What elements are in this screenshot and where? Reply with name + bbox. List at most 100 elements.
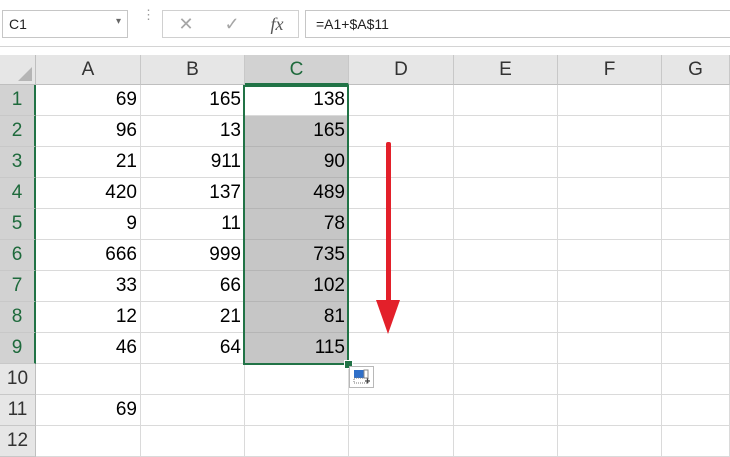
cell-g3[interactable] — [662, 147, 730, 178]
cell-f9[interactable] — [558, 333, 662, 364]
row-header-6[interactable]: 6 — [0, 240, 36, 271]
cell-e7[interactable] — [454, 271, 558, 302]
cell-g4[interactable] — [662, 178, 730, 209]
cell-b1[interactable]: 165 — [141, 85, 245, 116]
cell-d5[interactable] — [349, 209, 454, 240]
cell-a4[interactable]: 420 — [36, 178, 141, 209]
cell-f11[interactable] — [558, 395, 662, 426]
cell-c4[interactable]: 489 — [245, 178, 349, 209]
cell-g10[interactable] — [662, 364, 730, 395]
row-header-3[interactable]: 3 — [0, 147, 36, 178]
row-header-11[interactable]: 11 — [0, 395, 36, 426]
cell-c2[interactable]: 165 — [245, 116, 349, 147]
cancel-icon[interactable]: ✕ — [171, 14, 201, 34]
cell-e12[interactable] — [454, 426, 558, 457]
row-header-7[interactable]: 7 — [0, 271, 36, 302]
row-header-9[interactable]: 9 — [0, 333, 36, 364]
row-header-4[interactable]: 4 — [0, 178, 36, 209]
cell-f1[interactable] — [558, 85, 662, 116]
insert-function-icon[interactable]: fx — [262, 14, 292, 34]
cell-e9[interactable] — [454, 333, 558, 364]
cell-f6[interactable] — [558, 240, 662, 271]
column-header-f[interactable]: F — [558, 55, 662, 85]
cell-f12[interactable] — [558, 426, 662, 457]
cell-g12[interactable] — [662, 426, 730, 457]
cell-c7[interactable]: 102 — [245, 271, 349, 302]
name-box[interactable]: C1 ▾ — [2, 10, 128, 38]
row-header-8[interactable]: 8 — [0, 302, 36, 333]
cell-b11[interactable] — [141, 395, 245, 426]
cell-a12[interactable] — [36, 426, 141, 457]
cell-g1[interactable] — [662, 85, 730, 116]
cell-e8[interactable] — [454, 302, 558, 333]
cell-f4[interactable] — [558, 178, 662, 209]
cell-a2[interactable]: 96 — [36, 116, 141, 147]
cell-f5[interactable] — [558, 209, 662, 240]
cell-b9[interactable]: 64 — [141, 333, 245, 364]
cell-e10[interactable] — [454, 364, 558, 395]
cell-b5[interactable]: 11 — [141, 209, 245, 240]
cell-a7[interactable]: 33 — [36, 271, 141, 302]
cell-b10[interactable] — [141, 364, 245, 395]
row-header-5[interactable]: 5 — [0, 209, 36, 240]
cell-f3[interactable] — [558, 147, 662, 178]
cell-e5[interactable] — [454, 209, 558, 240]
column-header-e[interactable]: E — [454, 55, 558, 85]
cell-d1[interactable] — [349, 85, 454, 116]
cell-e11[interactable] — [454, 395, 558, 426]
cell-a6[interactable]: 666 — [36, 240, 141, 271]
cell-d8[interactable] — [349, 302, 454, 333]
cell-c3[interactable]: 90 — [245, 147, 349, 178]
cell-a8[interactable]: 12 — [36, 302, 141, 333]
cell-a10[interactable] — [36, 364, 141, 395]
cell-b4[interactable]: 137 — [141, 178, 245, 209]
cell-c6[interactable]: 735 — [245, 240, 349, 271]
cell-g7[interactable] — [662, 271, 730, 302]
formula-input[interactable]: =A1+$A$11 — [305, 10, 730, 38]
cell-a3[interactable]: 21 — [36, 147, 141, 178]
cell-c1[interactable]: 138 — [245, 85, 349, 116]
cell-a1[interactable]: 69 — [36, 85, 141, 116]
cell-b7[interactable]: 66 — [141, 271, 245, 302]
cell-g11[interactable] — [662, 395, 730, 426]
cell-d12[interactable] — [349, 426, 454, 457]
drag-handle-icon[interactable]: ⋮ — [142, 8, 155, 35]
cell-b2[interactable]: 13 — [141, 116, 245, 147]
cell-d6[interactable] — [349, 240, 454, 271]
cell-g6[interactable] — [662, 240, 730, 271]
cell-e6[interactable] — [454, 240, 558, 271]
cell-c5[interactable]: 78 — [245, 209, 349, 240]
cell-e1[interactable] — [454, 85, 558, 116]
column-header-d[interactable]: D — [349, 55, 454, 85]
cell-f8[interactable] — [558, 302, 662, 333]
cell-b3[interactable]: 911 — [141, 147, 245, 178]
cell-g2[interactable] — [662, 116, 730, 147]
column-header-c[interactable]: C — [245, 55, 349, 85]
cell-d4[interactable] — [349, 178, 454, 209]
cell-d3[interactable] — [349, 147, 454, 178]
cell-g8[interactable] — [662, 302, 730, 333]
enter-icon[interactable]: ✓ — [217, 14, 247, 34]
cell-f10[interactable] — [558, 364, 662, 395]
chevron-down-icon[interactable]: ▾ — [116, 16, 121, 27]
column-header-g[interactable]: G — [662, 55, 730, 85]
cell-d7[interactable] — [349, 271, 454, 302]
cell-c10[interactable] — [245, 364, 349, 395]
column-header-a[interactable]: A — [36, 55, 141, 85]
cell-c11[interactable] — [245, 395, 349, 426]
autofill-options-button[interactable] — [349, 366, 374, 388]
cell-b6[interactable]: 999 — [141, 240, 245, 271]
cell-c12[interactable] — [245, 426, 349, 457]
select-all-button[interactable] — [0, 55, 36, 85]
cell-d2[interactable] — [349, 116, 454, 147]
cell-a11[interactable]: 69 — [36, 395, 141, 426]
cell-e4[interactable] — [454, 178, 558, 209]
cell-b12[interactable] — [141, 426, 245, 457]
cell-d11[interactable] — [349, 395, 454, 426]
cell-c8[interactable]: 81 — [245, 302, 349, 333]
cell-f2[interactable] — [558, 116, 662, 147]
row-header-2[interactable]: 2 — [0, 116, 36, 147]
row-header-10[interactable]: 10 — [0, 364, 36, 395]
row-header-12[interactable]: 12 — [0, 426, 36, 457]
cell-a5[interactable]: 9 — [36, 209, 141, 240]
